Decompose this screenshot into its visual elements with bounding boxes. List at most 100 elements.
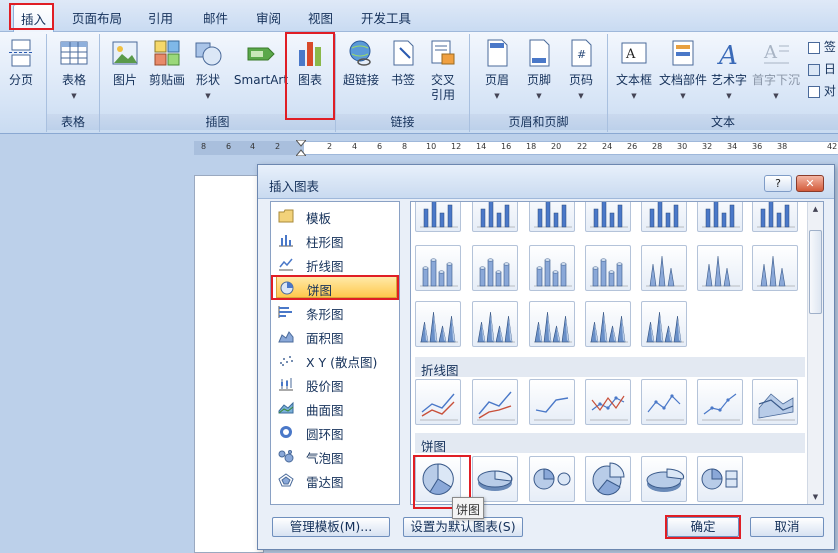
- doughnut-chart-icon: [280, 426, 292, 438]
- category-label: 雷达图: [306, 475, 344, 490]
- bookmark-label: 书签: [390, 73, 415, 87]
- category-templates[interactable]: 模板: [276, 205, 397, 227]
- line-subtype-icon: [534, 397, 572, 421]
- scroll-up-icon[interactable]: ▲: [808, 202, 823, 216]
- object-button[interactable]: 对: [808, 82, 836, 99]
- column-subtype[interactable]: [697, 202, 743, 232]
- cylinder-subtype[interactable]: [585, 245, 631, 291]
- category-area[interactable]: 面积图: [276, 325, 397, 347]
- tab-developer[interactable]: 开发工具: [361, 8, 411, 27]
- set-default-chart-button[interactable]: 设置为默认图表(S): [403, 517, 523, 537]
- ruler-tick-label: 8: [201, 142, 207, 151]
- tab-view[interactable]: 视图: [308, 8, 333, 27]
- category-bubble[interactable]: 气泡图: [276, 445, 397, 467]
- cylinder-subtype[interactable]: [415, 245, 461, 291]
- pyramid-subtype[interactable]: [585, 301, 631, 347]
- date-time-button[interactable]: 日: [808, 60, 836, 77]
- cone-subtype-icon: [702, 255, 740, 287]
- column-subtype[interactable]: [641, 202, 687, 232]
- ribbon-tab-bar: 插入 页面布局 引用 邮件 审阅 视图 开发工具: [0, 0, 838, 32]
- cancel-button[interactable]: 取消: [750, 517, 824, 537]
- chevron-down-icon: ▼: [205, 92, 211, 100]
- column-subtype[interactable]: [752, 202, 798, 232]
- tab-page-layout[interactable]: 页面布局: [72, 8, 122, 27]
- page-break-button[interactable]: 分页: [0, 36, 48, 88]
- cylinder-subtype-icon: [590, 258, 628, 287]
- pyramid-subtype[interactable]: [415, 301, 461, 347]
- line-subtype[interactable]: [472, 379, 518, 425]
- table-button[interactable]: 表格 ▼: [47, 36, 101, 104]
- tab-mailings[interactable]: 邮件: [203, 8, 228, 27]
- column-chart-icon: [279, 235, 293, 247]
- quick-parts-label: 文档部件: [658, 73, 707, 87]
- cylinder-subtype[interactable]: [529, 245, 575, 291]
- category-label: X Y (散点图): [306, 355, 378, 370]
- line-subtype[interactable]: [415, 379, 461, 425]
- smartart-button[interactable]: SmartArt: [231, 36, 291, 88]
- page-number-button[interactable]: # 页码 ▼: [554, 36, 608, 104]
- pie-subtype[interactable]: [697, 456, 743, 502]
- shapes-button[interactable]: 形状 ▼: [181, 36, 235, 104]
- table-icon: [60, 41, 88, 65]
- category-label: 气泡图: [306, 451, 344, 466]
- pyramid-subtype[interactable]: [529, 301, 575, 347]
- cone-subtype[interactable]: [752, 245, 798, 291]
- category-doughnut[interactable]: 圆环图: [276, 421, 397, 443]
- line-subtype[interactable]: [641, 379, 687, 425]
- category-bar[interactable]: 条形图: [276, 301, 397, 323]
- column-subtype-icon: [646, 202, 684, 228]
- cross-reference-button[interactable]: 交叉 引用: [416, 36, 470, 103]
- ruler-tick-label: 14: [476, 142, 487, 151]
- column-subtype[interactable]: [585, 202, 631, 232]
- close-button[interactable]: ✕: [796, 175, 824, 192]
- column-subtype[interactable]: [472, 202, 518, 232]
- document-page[interactable]: [194, 175, 264, 553]
- manage-templates-button[interactable]: 管理模板(M)...: [272, 517, 390, 537]
- ruler-tick-label: 22: [577, 142, 588, 151]
- dropcap-button[interactable]: A 首字下沉 ▼: [748, 36, 804, 104]
- cone-subtype[interactable]: [641, 245, 687, 291]
- line-subtype-icon: [590, 395, 628, 421]
- ruler-ticks: 8 6 4 2 2 4 6 8 10 12 14 16 18 20 22 24 26 28 30 32 34 36 38 42: [0, 142, 838, 154]
- ok-button-highlight: [665, 515, 741, 539]
- tab-review[interactable]: 审阅: [256, 8, 281, 27]
- scroll-down-icon[interactable]: ▼: [808, 490, 823, 504]
- svg-text:A: A: [717, 41, 738, 68]
- smartart-label: SmartArt: [233, 73, 289, 87]
- ruler-tick-label: 6: [226, 142, 232, 151]
- category-line[interactable]: 折线图: [276, 253, 397, 275]
- line-subtype[interactable]: [529, 379, 575, 425]
- cylinder-subtype[interactable]: [472, 245, 518, 291]
- category-radar[interactable]: 雷达图: [276, 469, 397, 491]
- ruler-tick-label: 4: [352, 142, 358, 151]
- pie-subtype[interactable]: [472, 456, 518, 502]
- line-subtype[interactable]: [752, 379, 798, 425]
- clipart-label: 剪贴画: [148, 73, 185, 87]
- pie-subtype[interactable]: [529, 456, 575, 502]
- cylinder-subtype-icon: [477, 258, 515, 287]
- pyramid-subtype[interactable]: [472, 301, 518, 347]
- line-subtype[interactable]: [585, 379, 631, 425]
- gallery-scrollbar[interactable]: ▲ ▼: [807, 202, 823, 504]
- column-subtype[interactable]: [415, 202, 461, 232]
- dialog-title: 插入图表: [269, 179, 320, 194]
- line-subtype[interactable]: [697, 379, 743, 425]
- pie-subtype[interactable]: [641, 456, 687, 502]
- category-stock[interactable]: 股价图: [276, 373, 397, 395]
- indent-marker-icon[interactable]: [294, 139, 308, 157]
- ruler-tick-label: 26: [627, 142, 638, 151]
- scrollbar-thumb[interactable]: [809, 230, 822, 314]
- pyramid-subtype[interactable]: [641, 301, 687, 347]
- line-subtype-icon: [646, 394, 684, 421]
- category-scatter[interactable]: X Y (散点图): [276, 349, 397, 371]
- wordart-label: 艺术字: [710, 73, 747, 87]
- category-surface[interactable]: 曲面图: [276, 397, 397, 419]
- signature-line-button[interactable]: 签: [808, 38, 836, 55]
- tab-references[interactable]: 引用: [148, 8, 173, 27]
- category-column[interactable]: 柱形图: [276, 229, 397, 251]
- pie-subtype[interactable]: [585, 456, 631, 502]
- column-subtype[interactable]: [529, 202, 575, 232]
- textbox-button[interactable]: A 文本框 ▼: [607, 36, 661, 104]
- help-button[interactable]: ?: [764, 175, 792, 192]
- cone-subtype[interactable]: [697, 245, 743, 291]
